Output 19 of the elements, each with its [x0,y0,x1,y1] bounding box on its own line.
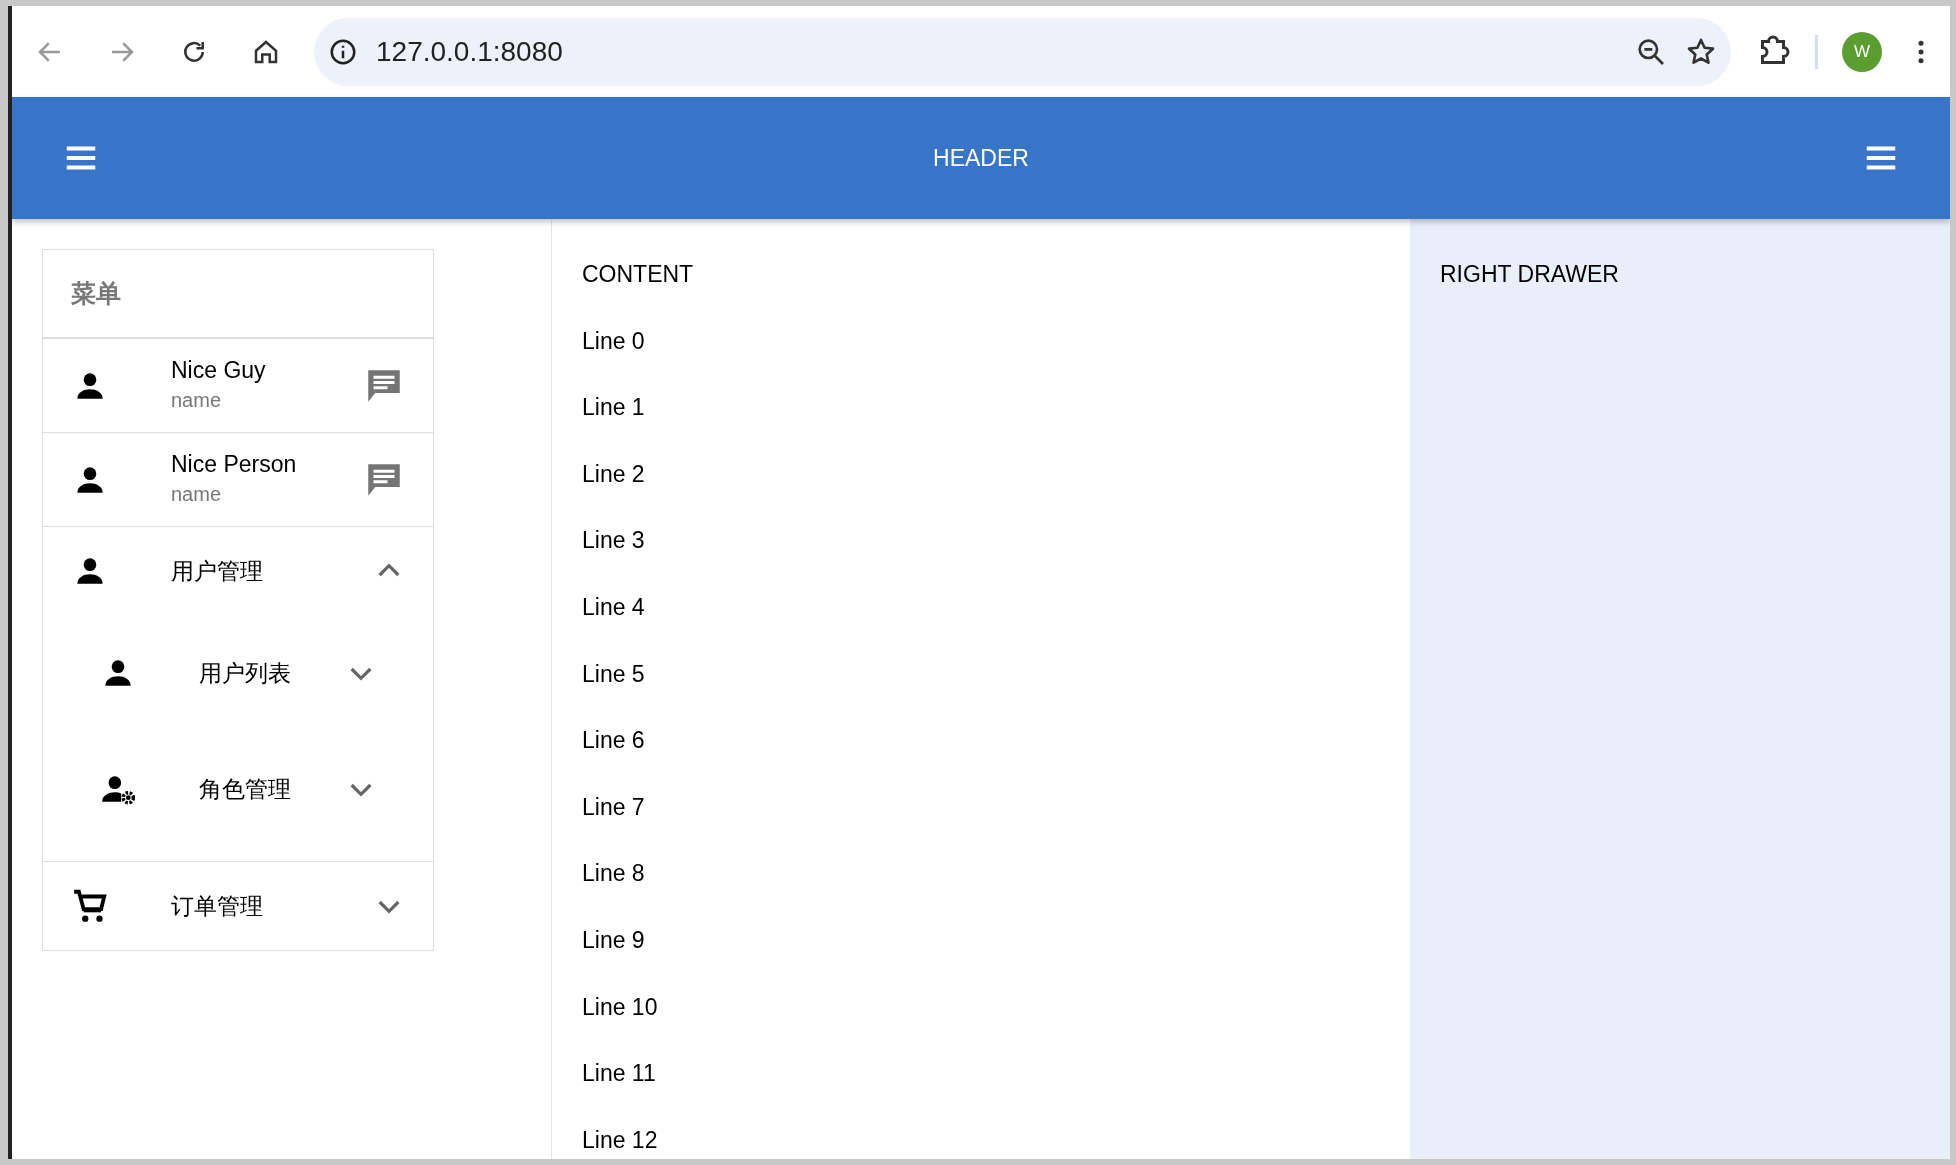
content-title: CONTENT [582,260,695,290]
content-line: Line 11 [582,1059,657,1089]
content-line: Line 12 [582,1125,659,1155]
content-line: Line 8 [582,859,646,889]
cart-icon [71,887,109,925]
content-line: Line 7 [582,792,646,822]
content-line: Line 10 [582,992,659,1022]
content-line: Line 5 [582,659,646,689]
url-text[interactable]: 127.0.0.1:8080 [376,30,1617,73]
content-line: Line 1 [582,393,646,423]
drawer-title: RIGHT DRAWER [1440,260,1620,290]
content-line: Line 0 [582,326,646,356]
header-title: HEADER [933,143,1029,173]
content-line: Line 4 [582,593,646,622]
address-bar[interactable]: 127.0.0.1:8080 [314,17,1731,86]
content-line: Line 6 [582,726,646,756]
content-line: Line 9 [582,926,646,955]
content-line: Line 2 [582,459,646,489]
content-line: Line 3 [582,526,646,556]
